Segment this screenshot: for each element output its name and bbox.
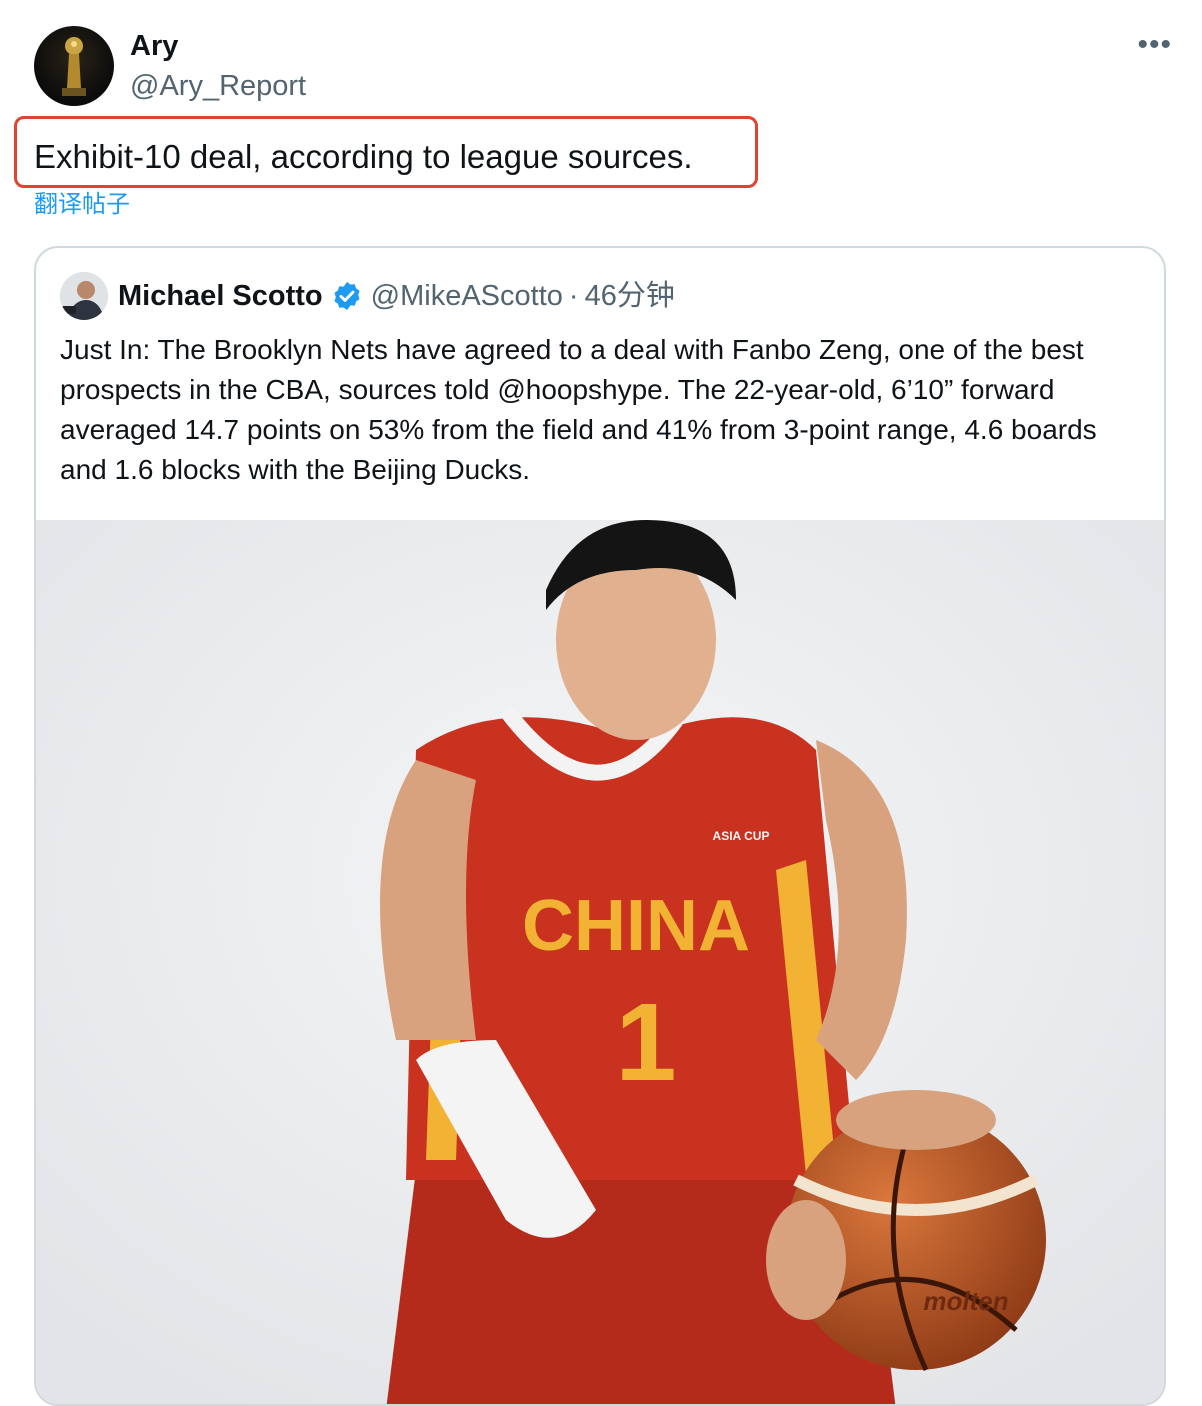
jersey-text: CHINA (522, 886, 750, 966)
quoted-author-avatar[interactable] (60, 272, 108, 320)
quoted-author-handle[interactable]: @MikeAScotto (371, 278, 563, 314)
tweet-text: Exhibit-10 deal, according to league sou… (34, 138, 693, 175)
quoted-photo[interactable]: CHINA 1 ASIA CUP molten (36, 520, 1164, 1404)
player-photo-illustration: CHINA 1 ASIA CUP molten (36, 520, 1164, 1404)
jersey-number: 1 (615, 981, 676, 1104)
translate-link[interactable]: 翻译帖子 (34, 190, 130, 220)
trophy-icon (62, 37, 86, 96)
author-handle[interactable]: @Ary_Report (130, 68, 306, 104)
quoted-timestamp[interactable]: 46分钟 (585, 278, 675, 314)
person-avatar-icon (60, 272, 108, 320)
quoted-header: Michael Scotto @MikeAScotto · 46分钟 (118, 278, 675, 314)
quoted-author-name[interactable]: Michael Scotto (118, 278, 323, 314)
verified-badge-icon (334, 282, 360, 310)
meta-separator: · (568, 280, 579, 312)
quoted-tweet-card[interactable]: Michael Scotto @MikeAScotto · 46分钟 Just … (34, 246, 1166, 1406)
more-horizontal-icon[interactable]: ••• (1137, 30, 1172, 60)
quoted-text: Just In: The Brooklyn Nets have agreed t… (60, 334, 1097, 485)
ball-brand: molten (923, 1286, 1008, 1316)
author-name[interactable]: Ary (130, 28, 178, 64)
jersey-patch: ASIA CUP (713, 829, 770, 843)
author-avatar[interactable] (34, 26, 114, 106)
